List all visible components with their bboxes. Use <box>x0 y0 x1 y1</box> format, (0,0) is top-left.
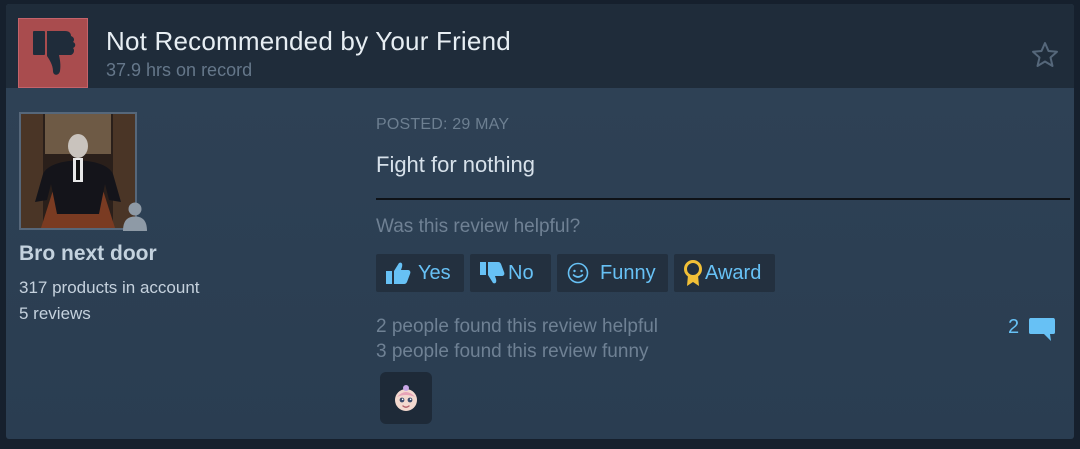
award-button[interactable]: Award <box>674 254 775 292</box>
smiley-icon <box>567 262 589 284</box>
helpful-count: 2 people found this review helpful <box>376 316 659 337</box>
posted-date: POSTED: 29 MAY <box>376 116 510 133</box>
person-icon <box>123 202 147 231</box>
comment-count[interactable]: 2 <box>1008 316 1019 339</box>
review-header: Not Recommended by Your Friend 37.9 hrs … <box>6 4 1074 88</box>
vote-no-button[interactable]: No <box>470 254 551 292</box>
divider <box>376 198 1070 200</box>
vote-no-label: No <box>508 262 534 284</box>
review-verdict-title[interactable]: Not Recommended by Your Friend <box>106 26 511 57</box>
helpful-question: Was this review helpful? <box>376 216 581 237</box>
vote-funny-label: Funny <box>600 262 656 284</box>
avatar-image <box>21 114 135 228</box>
vote-yes-label: Yes <box>418 262 451 284</box>
thumbs-down-icon <box>33 31 76 75</box>
author-name[interactable]: Bro next door <box>19 242 157 266</box>
review-body: Fight for nothing <box>376 152 535 177</box>
comment-bubble-icon[interactable] <box>1028 316 1056 342</box>
received-award-badge[interactable] <box>380 372 432 424</box>
funny-count: 3 people found this review funny <box>376 341 649 362</box>
author-reviews-count[interactable]: 5 reviews <box>19 304 91 324</box>
star-outline-icon <box>1032 42 1058 67</box>
not-recommended-badge <box>18 18 88 88</box>
thumbs-down-icon <box>480 262 505 284</box>
award-ribbon-icon <box>684 260 702 286</box>
award-face-icon <box>395 385 417 411</box>
review-card: Not Recommended by Your Friend 37.9 hrs … <box>6 4 1074 439</box>
favorite-button[interactable] <box>1030 40 1060 70</box>
vote-yes-button[interactable]: Yes <box>376 254 464 292</box>
author-products-count[interactable]: 317 products in account <box>19 278 200 298</box>
thumbs-up-icon <box>386 262 411 284</box>
vote-funny-button[interactable]: Funny <box>557 254 668 292</box>
hours-on-record: 37.9 hrs on record <box>106 60 253 80</box>
award-label: Award <box>705 262 762 284</box>
